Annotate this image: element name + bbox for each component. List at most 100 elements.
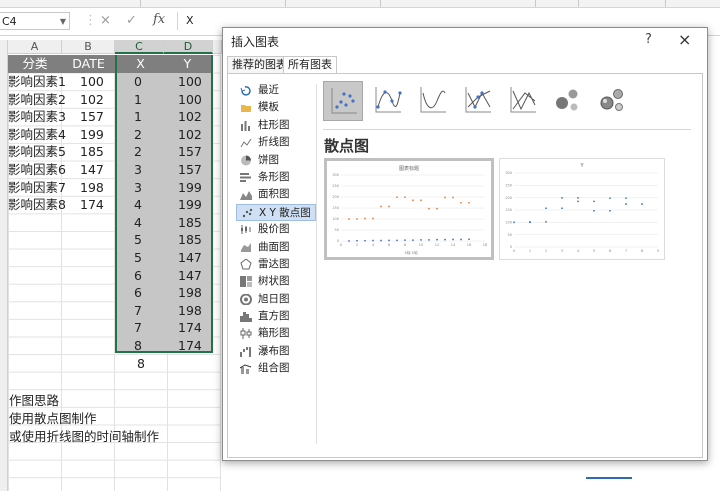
chart-category-item[interactable]: 面积图	[236, 186, 316, 203]
cell-date[interactable]: 174	[80, 196, 104, 214]
cell-x[interactable]: 7	[134, 302, 142, 320]
subtype-scatter-straight[interactable]	[503, 81, 543, 121]
chart-category-item[interactable]: 曲面图	[236, 239, 316, 256]
cell-x[interactable]: 2	[134, 143, 142, 161]
cell-y[interactable]: 102	[178, 108, 202, 126]
subtype-scatter-straight-markers[interactable]	[458, 81, 498, 121]
chart-category-item[interactable]: 箱形图	[236, 325, 316, 342]
chart-category-item[interactable]: X Y 散点图	[236, 203, 316, 222]
help-icon[interactable]: ?	[645, 32, 652, 47]
column-header-d[interactable]: D	[164, 40, 213, 54]
cell-y[interactable]: 198	[178, 284, 202, 302]
cell-x[interactable]: 6	[134, 284, 142, 302]
header-cell-date[interactable]: DATE	[62, 55, 115, 73]
cell-date[interactable]: 147	[80, 161, 104, 179]
chart-category-item[interactable]: 模板	[236, 99, 316, 116]
header-cell-x[interactable]: X	[117, 55, 164, 73]
chart-category-item[interactable]: 最近	[236, 82, 316, 99]
cell-date[interactable]: 185	[80, 143, 104, 161]
cell-y[interactable]: 174	[178, 319, 202, 337]
row-header-strip[interactable]	[0, 40, 8, 491]
chart-category-item[interactable]: 组合图	[236, 360, 316, 377]
cell-y[interactable]: 157	[178, 143, 202, 161]
cell-category[interactable]: 影响因素8	[8, 196, 66, 214]
chart-category-item[interactable]: 饼图	[236, 152, 316, 169]
cell-x[interactable]: 4	[134, 196, 142, 214]
subtype-bubble-3d[interactable]	[593, 81, 633, 121]
box-whisker-chart-icon	[240, 328, 252, 340]
name-box[interactable]: C4 ▼	[0, 12, 70, 30]
cell-x[interactable]: 7	[134, 319, 142, 337]
cell-y[interactable]: 199	[178, 196, 202, 214]
cell-y[interactable]: 185	[178, 231, 202, 249]
chevron-down-icon[interactable]: ▼	[60, 13, 66, 31]
header-cell-y[interactable]: Y	[164, 55, 211, 73]
cell-y[interactable]: 199	[178, 179, 202, 197]
cell-category[interactable]: 影响因素1	[8, 73, 66, 91]
cell-category[interactable]: 影响因素3	[8, 108, 66, 126]
chart-preview-1[interactable]: 图表标题 0 50 100 150 200 250 300 0 2 4 6 8 10 12 14 16 18 …	[324, 158, 494, 260]
cell-y[interactable]: 174	[178, 337, 202, 355]
cell-x[interactable]: 4	[134, 214, 142, 232]
chart-category-item[interactable]: 瀑布图	[236, 343, 316, 360]
cell-date[interactable]: 198	[80, 179, 104, 197]
cell-x[interactable]: 0	[134, 73, 142, 91]
cancel-icon[interactable]: ×	[100, 13, 111, 28]
cell-x[interactable]: 6	[134, 267, 142, 285]
data-point	[356, 239, 358, 242]
cell-y[interactable]: 102	[178, 126, 202, 144]
cell-x[interactable]: 1	[134, 108, 142, 126]
chart-category-item[interactable]: 旭日图	[236, 291, 316, 308]
cell-y[interactable]: 100	[178, 91, 202, 109]
cell-x[interactable]: 3	[134, 161, 142, 179]
subtype-scatter-smooth-markers[interactable]	[368, 81, 408, 121]
chart-category-item[interactable]: 直方图	[236, 308, 316, 325]
x-tick-label: 4	[372, 243, 375, 247]
chart-category-item[interactable]: 条形图	[236, 169, 316, 186]
header-cell-category[interactable]: 分类	[8, 55, 62, 73]
column-header-e[interactable]	[213, 40, 222, 54]
cell-category[interactable]: 影响因素7	[8, 179, 66, 197]
enter-icon[interactable]: ✓	[126, 13, 137, 28]
cell-date[interactable]: 157	[80, 108, 104, 126]
insert-function-button[interactable]: fx	[153, 12, 165, 27]
cell-y[interactable]: 157	[178, 161, 202, 179]
subtype-scatter[interactable]	[323, 81, 363, 121]
column-header-a[interactable]: A	[8, 40, 62, 54]
subtype-bubble[interactable]	[548, 81, 588, 121]
chart-category-item[interactable]: 折线图	[236, 134, 316, 151]
column-header-c[interactable]: C	[115, 40, 164, 54]
cell-x[interactable]: 5	[134, 231, 142, 249]
cell-x[interactable]: 1	[134, 91, 142, 109]
y-tick-label: 200	[505, 196, 512, 200]
cell-y[interactable]: 100	[178, 73, 202, 91]
chart-category-item[interactable]: 股价图	[236, 221, 316, 238]
chart-preview-2[interactable]: Y 0 50 100 150 200 250 300 0123456789	[499, 158, 665, 260]
chart-category-item[interactable]: 雷达图	[236, 256, 316, 273]
cell-y[interactable]: 198	[178, 302, 202, 320]
cell-category[interactable]: 影响因素5	[8, 143, 66, 161]
data-point	[420, 239, 422, 241]
cell-category[interactable]: 影响因素4	[8, 126, 66, 144]
tab-all-charts[interactable]: 所有图表	[283, 56, 337, 74]
data-point	[436, 207, 438, 210]
cell-x[interactable]: 2	[134, 126, 142, 144]
cell-x[interactable]: 3	[134, 179, 142, 197]
cell-date[interactable]: 102	[80, 91, 104, 109]
cell-date[interactable]: 199	[80, 126, 104, 144]
chart-category-item[interactable]: 柱形图	[236, 117, 316, 134]
close-icon[interactable]: ×	[678, 30, 691, 49]
subtype-scatter-smooth[interactable]	[413, 81, 453, 121]
y-tick-label: 300	[332, 173, 339, 177]
cell-y[interactable]: 147	[178, 267, 202, 285]
cell-x[interactable]: 5	[134, 249, 142, 267]
chart-category-item[interactable]: 树状图	[236, 273, 316, 290]
cell-x[interactable]: 8	[134, 337, 142, 355]
cell-category[interactable]: 影响因素6	[8, 161, 66, 179]
cell-c22[interactable]: 8	[137, 355, 145, 373]
cell-date[interactable]: 100	[80, 73, 104, 91]
cell-y[interactable]: 185	[178, 214, 202, 232]
cell-category[interactable]: 影响因素2	[8, 91, 66, 109]
column-header-b[interactable]: B	[62, 40, 115, 54]
cell-y[interactable]: 147	[178, 249, 202, 267]
